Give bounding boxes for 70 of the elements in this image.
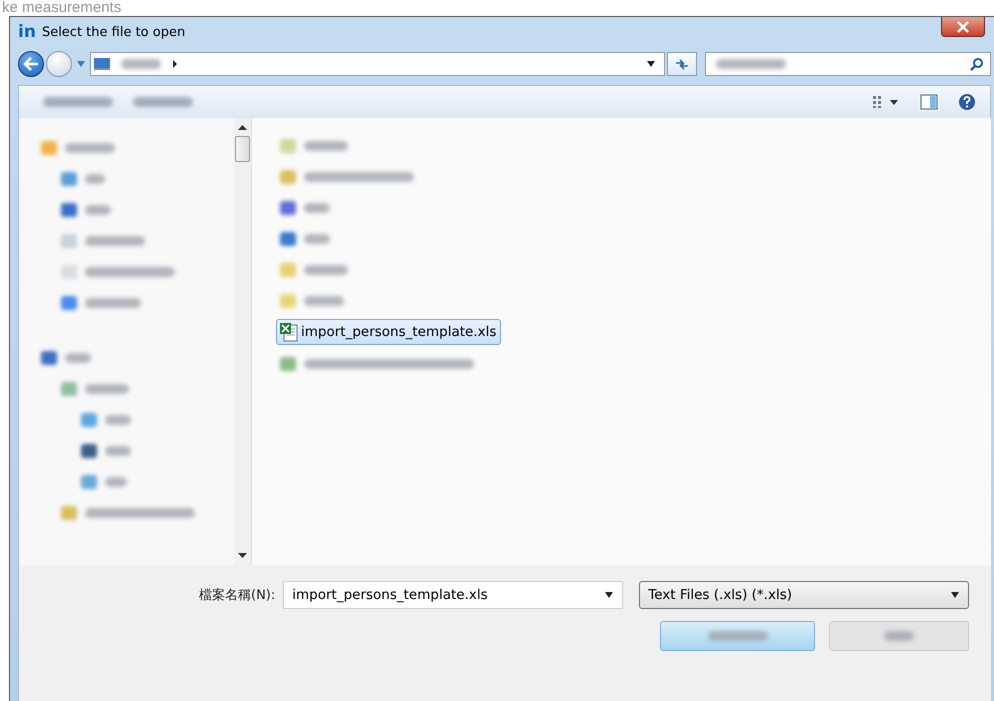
- scroll-thumb[interactable]: [235, 136, 250, 162]
- file-type-dropdown[interactable]: Text Files (.xls) (*.xls): [639, 581, 969, 609]
- blurred-label: [65, 142, 115, 152]
- blurred-icon: [280, 294, 296, 308]
- blurred-icon: [61, 172, 77, 186]
- spreadsheet-file-icon: [279, 322, 299, 342]
- dropdown-icon: [950, 591, 960, 599]
- scroll-up-icon[interactable]: [238, 124, 247, 130]
- blurred-icon: [280, 170, 296, 184]
- blurred-label: [716, 59, 786, 69]
- blurred-icon: [280, 232, 296, 246]
- blurred-icon: [81, 412, 97, 426]
- blurred-icon: [61, 202, 77, 216]
- search-field[interactable]: [705, 52, 991, 76]
- blurred-label: [304, 202, 330, 212]
- scrollbar[interactable]: [234, 118, 251, 565]
- preview-pane-icon[interactable]: [920, 94, 938, 110]
- blurred-label: [85, 298, 141, 308]
- blurred-label: [65, 352, 91, 362]
- app-logo: in: [18, 22, 36, 42]
- back-arrow-icon: [23, 57, 39, 71]
- page-heading: ke measurements: [1, 0, 122, 16]
- blurred-icon: [81, 474, 97, 488]
- blurred-icon: [61, 234, 77, 248]
- close-button[interactable]: [941, 17, 985, 37]
- help-icon[interactable]: [958, 93, 976, 111]
- blurred-icon: [280, 262, 296, 276]
- breadcrumb-arrow-icon: [171, 59, 179, 69]
- view-options-icon[interactable]: [872, 95, 900, 109]
- blurred-icon: [61, 382, 77, 396]
- blurred-label: [85, 174, 105, 184]
- blurred-label: [105, 476, 127, 486]
- blurred-label: [304, 264, 348, 274]
- blurred-label: [133, 97, 193, 107]
- blurred-label: [43, 97, 113, 107]
- search-icon: [970, 57, 984, 71]
- blurred-label: [884, 631, 914, 641]
- blurred-label: [304, 140, 348, 150]
- blurred-label: [85, 384, 129, 394]
- blurred-icon: [280, 356, 296, 370]
- dropdown-icon: [646, 60, 656, 68]
- back-button[interactable]: [18, 51, 44, 77]
- blurred-label: [121, 59, 161, 69]
- refresh-icon: [674, 57, 690, 71]
- blurred-icon: [41, 140, 57, 154]
- address-bar[interactable]: [90, 52, 665, 76]
- blurred-label: [105, 446, 131, 456]
- blurred-icon: [41, 350, 57, 364]
- blurred-icon: [61, 264, 77, 278]
- file-item[interactable]: import_persons_template.xls: [276, 319, 502, 345]
- window-title: Select the file to open: [42, 24, 186, 40]
- blurred-label: [85, 236, 145, 246]
- blurred-label: [304, 234, 330, 244]
- blurred-icon: [61, 506, 77, 520]
- blurred-label: [85, 204, 111, 214]
- blurred-icon: [280, 200, 296, 214]
- file-name-field[interactable]: import_persons_template.xls: [283, 581, 624, 609]
- dropdown-icon: [604, 591, 614, 599]
- scroll-down-icon[interactable]: [238, 553, 247, 559]
- blurred-label: [708, 631, 768, 641]
- close-icon: [956, 20, 970, 32]
- blurred-icon: [61, 296, 77, 310]
- blurred-label: [304, 296, 344, 306]
- computer-icon: [93, 57, 111, 71]
- refresh-button[interactable]: [667, 52, 697, 76]
- blurred-label: [105, 414, 131, 424]
- file-name-label: 檔案名稱(N):: [199, 587, 276, 604]
- history-dropdown-icon[interactable]: [76, 60, 86, 68]
- blurred-icon: [81, 444, 97, 458]
- blurred-icon: [280, 138, 296, 152]
